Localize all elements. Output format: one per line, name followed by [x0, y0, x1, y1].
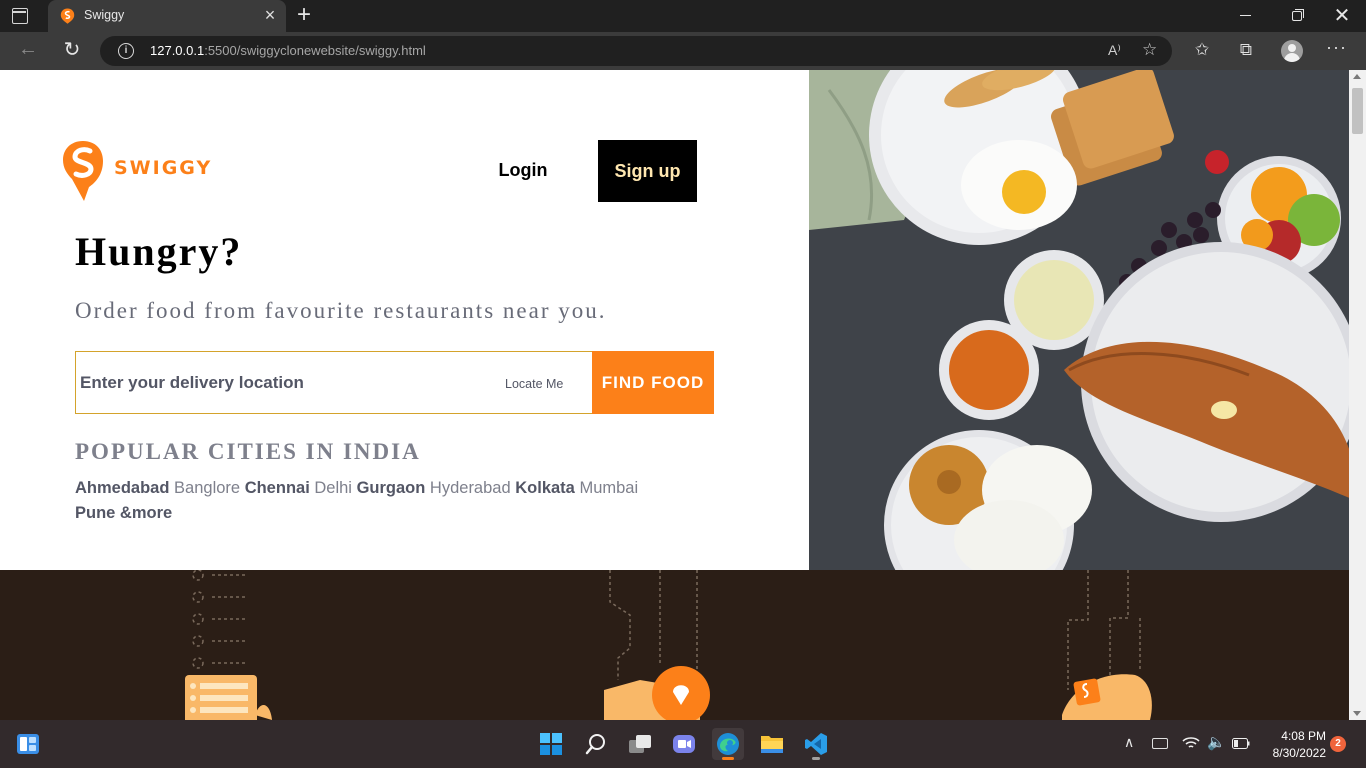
how-it-works-band — [0, 570, 1349, 720]
edge-icon — [717, 733, 739, 755]
browser-toolbar: ← ↻ i 127.0.0.1:5500/swiggyclonewebsite/… — [0, 32, 1366, 70]
city-link[interactable]: Banglore — [174, 479, 240, 497]
clock-time[interactable]: 4:08 PM — [1266, 729, 1326, 743]
swiggy-favicon-icon — [60, 8, 75, 24]
food-hero-image — [809, 70, 1349, 570]
wifi-icon[interactable] — [1182, 736, 1200, 750]
back-arrow-icon[interactable]: ← — [16, 38, 40, 61]
login-button[interactable]: Login — [480, 150, 566, 190]
volume-icon[interactable]: 🔈 — [1207, 733, 1226, 751]
scroll-up-arrow-icon[interactable] — [1353, 74, 1361, 79]
window-minimize-button[interactable] — [1240, 15, 1251, 16]
folder-icon — [761, 736, 783, 753]
signup-button[interactable]: Sign up — [598, 140, 697, 202]
active-app-indicator — [722, 757, 734, 760]
search-icon[interactable] — [585, 733, 607, 755]
hero-section: SWIGGY Login Sign up Hungry? Order food … — [0, 70, 809, 570]
address-bar[interactable]: i 127.0.0.1:5500/swiggyclonewebsite/swig… — [100, 36, 1172, 66]
collections-icon[interactable]: ⧉ — [1235, 40, 1257, 60]
add-favorite-icon[interactable]: ☆ — [1142, 40, 1157, 60]
tab-close-button[interactable]: × — [262, 4, 278, 26]
vscode-icon — [805, 733, 827, 755]
taskbar-edge-app[interactable] — [712, 728, 744, 760]
tab-actions-icon[interactable] — [12, 8, 28, 24]
task-view-icon[interactable] — [628, 733, 652, 755]
city-link[interactable]: Gurgaon — [357, 479, 426, 497]
running-app-indicator — [812, 757, 820, 760]
city-link[interactable]: Chennai — [245, 479, 310, 497]
hero-subtitle: Order food from favourite restaurants ne… — [75, 298, 607, 323]
logo-wordmark: SWIGGY — [114, 157, 213, 179]
browser-tab-bar: Swiggy × + ✕ — [0, 0, 1366, 32]
browser-tab[interactable]: Swiggy × — [48, 0, 286, 32]
tab-title: Swiggy — [84, 8, 125, 22]
taskbar-vscode-app[interactable] — [800, 728, 832, 760]
city-link[interactable]: Mumbai — [579, 479, 638, 497]
url-text[interactable]: 127.0.0.1:5500/swiggyclonewebsite/swiggy… — [150, 43, 426, 58]
city-link[interactable]: Ahmedabad — [75, 479, 169, 497]
refresh-icon[interactable]: ↻ — [60, 37, 84, 62]
swiggy-logo[interactable]: SWIGGY — [62, 139, 210, 203]
battery-icon[interactable] — [1232, 738, 1250, 749]
window-close-button[interactable]: ✕ — [1330, 2, 1354, 30]
profile-avatar[interactable] — [1281, 40, 1303, 62]
city-link[interactable]: Hyderabad — [430, 479, 511, 497]
teams-chat-icon[interactable] — [672, 733, 696, 755]
site-info-icon[interactable]: i — [118, 43, 134, 59]
city-link[interactable]: Delhi — [314, 479, 352, 497]
city-link[interactable]: Kolkata — [515, 479, 575, 497]
page-scrollbar[interactable] — [1349, 70, 1366, 720]
clock-date[interactable]: 8/30/2022 — [1256, 746, 1326, 760]
notification-badge[interactable]: 2 — [1330, 736, 1346, 752]
city-link[interactable]: Pune &more — [75, 504, 172, 522]
find-food-button[interactable]: FIND FOOD — [592, 351, 714, 414]
hero-title: Hungry? — [75, 229, 243, 274]
taskbar-file-explorer-app[interactable] — [756, 728, 788, 760]
widgets-icon[interactable] — [16, 733, 40, 755]
new-tab-button[interactable]: + — [292, 1, 316, 29]
popular-cities-title: POPULAR CITIES IN INDIA — [75, 439, 421, 464]
locate-me-button[interactable]: Locate Me — [505, 377, 563, 391]
keyboard-icon[interactable] — [1152, 738, 1168, 749]
swiggy-logo-icon — [63, 141, 103, 201]
read-aloud-icon[interactable]: A⁾ — [1108, 42, 1121, 59]
scrollbar-thumb[interactable] — [1352, 88, 1363, 134]
delivery-location-input[interactable] — [80, 366, 480, 400]
page-viewport: SWIGGY Login Sign up Hungry? Order food … — [0, 70, 1366, 720]
start-menu-icon[interactable] — [540, 733, 562, 755]
location-search-box: Locate Me FIND FOOD — [75, 351, 714, 414]
window-restore-button[interactable] — [1292, 9, 1304, 21]
windows-taskbar: ∧ 🔈 4:08 PM 8/30/2022 2 — [0, 720, 1366, 768]
settings-menu-icon[interactable]: ··· — [1326, 37, 1347, 58]
popular-cities-list: Ahmedabad Banglore Chennai Delhi Gurgaon… — [75, 476, 655, 526]
scroll-down-arrow-icon[interactable] — [1353, 711, 1361, 716]
show-hidden-icons-chevron-icon[interactable]: ∧ — [1124, 734, 1134, 751]
favorites-icon[interactable]: ✩ — [1191, 40, 1213, 60]
